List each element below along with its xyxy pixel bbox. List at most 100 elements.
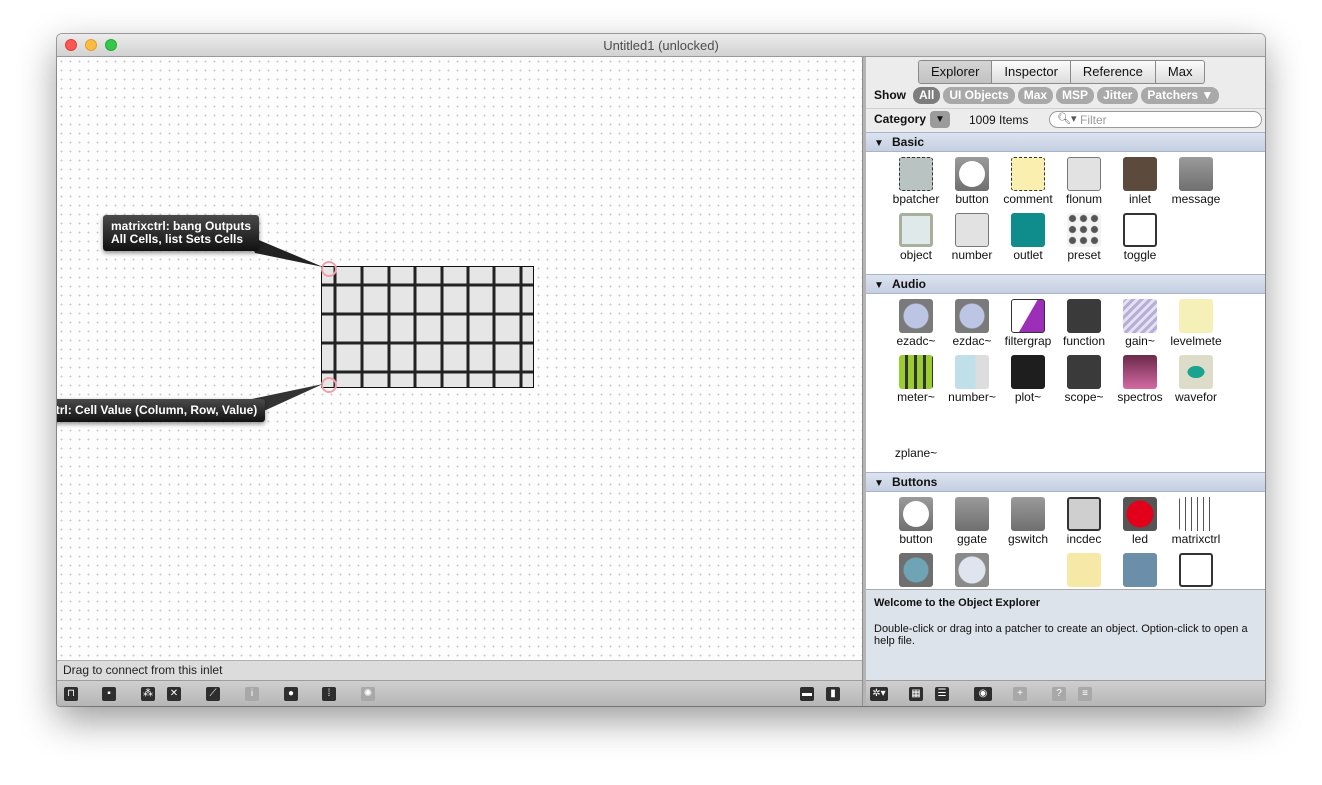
help-icon[interactable]: ?: [1052, 687, 1066, 701]
object-explorer: Explorer Inspector Reference Max Show Al…: [866, 57, 1265, 706]
icon-view-icon[interactable]: ▦: [909, 687, 923, 701]
edit-icon[interactable]: ⟋: [206, 687, 220, 701]
info-title: Welcome to the Object Explorer: [874, 597, 1041, 609]
object-item-comment[interactable]: comment: [1000, 154, 1056, 206]
object-item-object[interactable]: object: [888, 210, 944, 262]
object-item-spectroscope[interactable]: spectros: [1112, 352, 1168, 404]
split-bottom-icon[interactable]: ▬: [800, 687, 814, 701]
object-item-function[interactable]: function: [1056, 296, 1112, 348]
object-item-meter[interactable]: meter~: [888, 352, 944, 404]
object-item-toggle[interactable]: toggle: [1112, 210, 1168, 262]
section-header-basic[interactable]: ▼ Basic: [866, 132, 1265, 152]
object-item-flonum[interactable]: flonum: [1056, 154, 1112, 206]
section-header-audio[interactable]: ▼ Audio: [866, 274, 1265, 294]
tab-max[interactable]: Max: [1156, 61, 1205, 83]
delete-icon[interactable]: ✕: [167, 687, 181, 701]
filter-msp[interactable]: MSP: [1056, 87, 1095, 104]
object-item-button[interactable]: button: [944, 154, 1000, 206]
item-count: 1009 Items: [969, 113, 1029, 127]
object-item-gswitch[interactable]: gswitch: [1000, 494, 1056, 546]
object-item-radiogroup[interactable]: [1000, 550, 1056, 588]
button-icon: [899, 497, 933, 531]
grid-icon[interactable]: ⁞: [322, 687, 336, 701]
tab-inspector[interactable]: Inspector: [992, 61, 1071, 83]
filter-ui-objects[interactable]: UI Objects: [943, 87, 1015, 104]
tab-reference[interactable]: Reference: [1071, 61, 1156, 83]
object-item-nodes[interactable]: [888, 550, 944, 588]
object-item-matrixctrl[interactable]: matrixctrl: [1168, 494, 1224, 546]
object-label: ezdac~: [952, 334, 992, 348]
object-item-ezdac[interactable]: ezdac~: [944, 296, 1000, 348]
object-item-number-tilde[interactable]: number~: [944, 352, 1000, 404]
outlet-icon: [1011, 213, 1045, 247]
object-item-message[interactable]: message: [1168, 154, 1224, 206]
object-item-ezadc[interactable]: ezadc~: [888, 296, 944, 348]
object-item-scope[interactable]: scope~: [1056, 352, 1112, 404]
inlet-tooltip-line-2: All Cells, list Sets Cells: [111, 232, 244, 246]
zplane-icon: [899, 411, 933, 445]
filter-patchers[interactable]: Patchers ▼: [1141, 87, 1220, 104]
object-item-levelmeter[interactable]: levelmete: [1168, 296, 1224, 348]
matrixctrl-object[interactable]: [321, 266, 534, 388]
object-label: ggate: [956, 532, 988, 546]
title-bar[interactable]: Untitled1 (unlocked): [57, 34, 1265, 57]
menu-icon[interactable]: ≡: [1078, 687, 1092, 701]
lock-icon[interactable]: ⊓: [64, 687, 78, 701]
filter-field[interactable]: 🔍︎▾ Filter: [1049, 111, 1262, 128]
object-item-ggate[interactable]: ggate: [944, 494, 1000, 546]
object-item-incdec[interactable]: incdec: [1056, 494, 1112, 546]
connect-icon[interactable]: ●: [284, 687, 298, 701]
object-list[interactable]: ▼ Basic bpatcher button comment flonum in…: [866, 132, 1265, 589]
matrix-grid-lines: [322, 267, 533, 387]
filter-jitter[interactable]: Jitter: [1097, 87, 1139, 104]
object-item-plot[interactable]: plot~: [1000, 352, 1056, 404]
outlet-tooltip-line-1: matrixctrl: Cell Value (Column, Row, Val…: [57, 403, 258, 417]
object-item-preset[interactable]: preset: [1056, 210, 1112, 262]
object-item-button[interactable]: button: [888, 494, 944, 546]
object-item-playbar[interactable]: [944, 550, 1000, 588]
category-dropdown[interactable]: ▼: [930, 111, 950, 128]
object-icon: [899, 213, 933, 247]
info-icon[interactable]: i: [245, 687, 259, 701]
filtergraph-icon: [1011, 299, 1045, 333]
object-label: spectros: [1117, 390, 1163, 404]
object-label: led: [1131, 532, 1148, 546]
object-item-zplane[interactable]: zplane~: [888, 408, 944, 460]
outlet-highlight[interactable]: [321, 377, 337, 393]
object-label: matrixctrl: [1171, 532, 1221, 546]
section-title: Audio: [892, 277, 926, 291]
tab-explorer[interactable]: Explorer: [919, 61, 993, 83]
patcher-canvas[interactable]: matrixctrl: bang Outputs All Cells, list…: [57, 57, 862, 660]
filter-all[interactable]: All: [913, 87, 941, 104]
filter-placeholder: Filter: [1080, 113, 1107, 127]
textbutton-icon: [1123, 553, 1157, 587]
add-icon[interactable]: +: [1013, 687, 1027, 701]
object-label: flonum: [1065, 192, 1103, 206]
object-item-led[interactable]: led: [1112, 494, 1168, 546]
toggle-icon: [1179, 553, 1213, 587]
section-header-buttons[interactable]: ▼ Buttons: [866, 472, 1265, 492]
new-object-icon[interactable]: ⁂: [141, 687, 155, 701]
split-right-icon[interactable]: ▮: [826, 687, 840, 701]
eye-icon[interactable]: ◉: [974, 687, 992, 701]
list-view-icon[interactable]: ☰: [935, 687, 949, 701]
object-item-bpatcher[interactable]: bpatcher: [888, 154, 944, 206]
object-item-toggle[interactable]: [1168, 550, 1224, 588]
gear-icon[interactable]: ✲▾: [870, 687, 888, 701]
search-icon: 🔍︎▾: [1057, 113, 1077, 125]
object-item-gain[interactable]: gain~: [1112, 296, 1168, 348]
object-label: button: [955, 192, 989, 206]
object-item-textbutton[interactable]: [1112, 550, 1168, 588]
show-filters: All UI Objects Max MSP Jitter Patchers ▼: [913, 87, 1220, 104]
filter-max[interactable]: Max: [1017, 87, 1054, 104]
inlet-highlight[interactable]: [321, 261, 337, 277]
object-item-outlet[interactable]: outlet: [1000, 210, 1056, 262]
object-item-number[interactable]: number: [944, 210, 1000, 262]
paint-icon[interactable]: ✺: [361, 687, 375, 701]
presentation-icon[interactable]: ▪: [102, 687, 116, 701]
object-item-filtergraph[interactable]: filtergrap: [1000, 296, 1056, 348]
object-item-waveform[interactable]: wavefor: [1168, 352, 1224, 404]
object-item-inlet[interactable]: inlet: [1112, 154, 1168, 206]
object-item-tab[interactable]: [1056, 550, 1112, 588]
object-label: ezadc~: [896, 334, 936, 348]
